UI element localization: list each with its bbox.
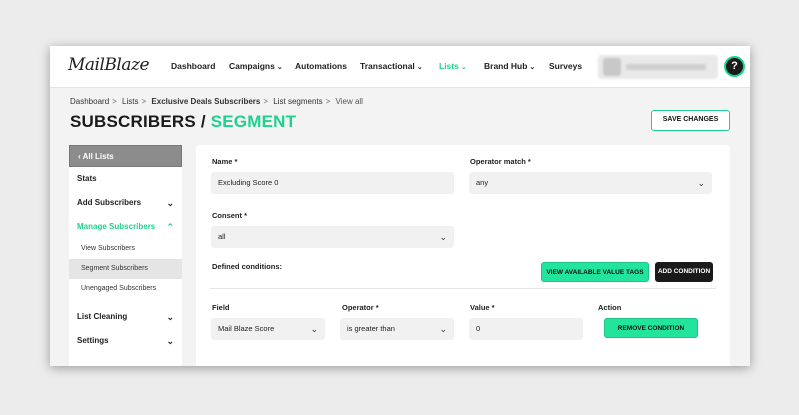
sidebar-item-settings[interactable]: Settings ⌄ bbox=[69, 329, 182, 353]
nav-surveys[interactable]: Surveys bbox=[549, 61, 582, 71]
help-icon[interactable]: ? bbox=[726, 58, 743, 75]
nav-dashboard-label: Dashboard bbox=[171, 61, 216, 71]
chevron-down-icon: ⌄ bbox=[439, 232, 447, 242]
sidebar-item-list-cleaning[interactable]: List Cleaning ⌄ bbox=[69, 305, 182, 329]
sidebar-item-manage-subscribers[interactable]: Manage Subscribers ⌃ bbox=[69, 215, 182, 239]
sidebar-item-stats[interactable]: Stats bbox=[69, 167, 182, 191]
operator-match-label: Operator match * bbox=[470, 157, 531, 166]
operator-value: is greater than bbox=[347, 324, 395, 333]
breadcrumb-separator: > bbox=[263, 97, 269, 106]
operator-select[interactable]: is greater than ⌄ bbox=[340, 318, 454, 340]
breadcrumb-view-all[interactable]: View all bbox=[336, 97, 363, 106]
sidebar-item-label: List Cleaning bbox=[77, 312, 128, 321]
breadcrumb-list-name[interactable]: Exclusive Deals Subscribers bbox=[151, 97, 260, 106]
remove-condition-button[interactable]: REMOVE CONDITION bbox=[604, 318, 698, 338]
action-label: Action bbox=[598, 303, 622, 312]
nav-automations[interactable]: Automations bbox=[295, 61, 347, 71]
mailblaze-logo[interactable]: MailBlaze bbox=[68, 55, 150, 75]
nav-surveys-label: Surveys bbox=[549, 61, 583, 71]
field-label: Field bbox=[212, 303, 230, 312]
chevron-down-icon: ⌄ bbox=[166, 312, 174, 322]
chevron-down-icon: ⌄ bbox=[529, 64, 536, 71]
nav-automations-label: Automations bbox=[295, 61, 347, 71]
page-title-accent: SEGMENT bbox=[210, 112, 297, 131]
nav-dashboard[interactable]: Dashboard bbox=[171, 61, 215, 71]
field-value: Mail Blaze Score bbox=[218, 324, 275, 333]
sidebar-item-label: Manage Subscribers bbox=[77, 222, 156, 231]
sidebar-item-add-subscribers[interactable]: Add Subscribers ⌄ bbox=[69, 191, 182, 215]
consent-select[interactable]: all ⌄ bbox=[211, 226, 454, 248]
breadcrumb-list-segments[interactable]: List segments bbox=[273, 97, 322, 106]
sidebar: ‹ All Lists Stats Add Subscribers ⌄ Manag… bbox=[69, 145, 182, 366]
user-name-redacted bbox=[626, 64, 706, 70]
page-title: SUBSCRIBERS / SEGMENT bbox=[70, 112, 296, 132]
avatar bbox=[603, 58, 621, 76]
segment-form-panel: Name * Excluding Score 0 Operator match … bbox=[196, 145, 730, 366]
sidebar-item-label: Stats bbox=[77, 174, 97, 183]
nav-transactional-label: Transactional bbox=[360, 61, 415, 71]
defined-conditions-label: Defined conditions: bbox=[212, 262, 282, 271]
all-lists-button[interactable]: ‹ All Lists bbox=[69, 145, 182, 167]
user-account-menu[interactable] bbox=[598, 55, 718, 79]
nav-lists-label: Lists bbox=[439, 61, 459, 71]
breadcrumb-separator: > bbox=[112, 97, 117, 106]
breadcrumb-separator: > bbox=[141, 97, 147, 106]
name-label: Name * bbox=[212, 157, 238, 166]
chevron-down-icon: ⌄ bbox=[460, 64, 467, 71]
consent-label: Consent * bbox=[212, 211, 248, 220]
breadcrumb-lists[interactable]: Lists bbox=[122, 97, 138, 106]
chevron-down-icon: ⌄ bbox=[416, 64, 423, 71]
sidebar-sub-unengaged-subscribers[interactable]: Unengaged Subscribers bbox=[69, 279, 182, 299]
breadcrumb-dashboard[interactable]: Dashboard bbox=[70, 97, 109, 106]
chevron-down-icon: ⌄ bbox=[697, 178, 705, 188]
value-input[interactable]: 0 bbox=[469, 318, 583, 340]
view-value-tags-button[interactable]: VIEW AVAILABLE VALUE TAGS bbox=[541, 262, 649, 282]
chevron-up-icon: ⌃ bbox=[166, 222, 174, 232]
operator-label: Operator * bbox=[342, 303, 379, 312]
nav-transactional[interactable]: Transactional ⌄ bbox=[360, 61, 423, 71]
nav-campaigns-label: Campaigns bbox=[229, 61, 275, 71]
consent-value: all bbox=[218, 232, 226, 241]
divider bbox=[210, 288, 716, 289]
sidebar-item-label: Add Subscribers bbox=[77, 198, 142, 207]
nav-lists[interactable]: Lists ⌄ bbox=[439, 61, 467, 71]
field-select[interactable]: Mail Blaze Score ⌄ bbox=[211, 318, 325, 340]
operator-match-value: any bbox=[476, 178, 489, 187]
sidebar-item-label: Settings bbox=[77, 336, 109, 345]
breadcrumb-separator: > bbox=[325, 97, 331, 106]
chevron-down-icon: ⌄ bbox=[439, 324, 447, 334]
chevron-down-icon: ⌄ bbox=[276, 64, 283, 71]
save-changes-button[interactable]: SAVE CHANGES bbox=[651, 110, 730, 131]
chevron-down-icon: ⌄ bbox=[166, 336, 174, 346]
sidebar-sub-view-subscribers[interactable]: View Subscribers bbox=[69, 239, 182, 259]
nav-brand-hub-label: Brand Hub bbox=[484, 61, 528, 71]
breadcrumb: Dashboard > Lists > Exclusive Deals Subscr… bbox=[70, 97, 366, 106]
name-input[interactable]: Excluding Score 0 bbox=[211, 172, 454, 194]
chevron-down-icon: ⌄ bbox=[310, 324, 318, 334]
top-navigation: MailBlaze Dashboard Campaigns ⌄ Automatio… bbox=[50, 46, 750, 88]
sidebar-sub-segment-subscribers[interactable]: Segment Subscribers bbox=[69, 259, 182, 279]
operator-match-select[interactable]: any ⌄ bbox=[469, 172, 712, 194]
value-label: Value * bbox=[470, 303, 495, 312]
app-window: MailBlaze Dashboard Campaigns ⌄ Automatio… bbox=[50, 46, 750, 366]
nav-brand-hub[interactable]: Brand Hub ⌄ bbox=[484, 61, 535, 71]
page-title-main: SUBSCRIBERS / bbox=[70, 112, 206, 131]
nav-campaigns[interactable]: Campaigns ⌄ bbox=[229, 61, 283, 71]
add-condition-button[interactable]: ADD CONDITION bbox=[655, 262, 713, 282]
chevron-down-icon: ⌄ bbox=[166, 198, 174, 208]
